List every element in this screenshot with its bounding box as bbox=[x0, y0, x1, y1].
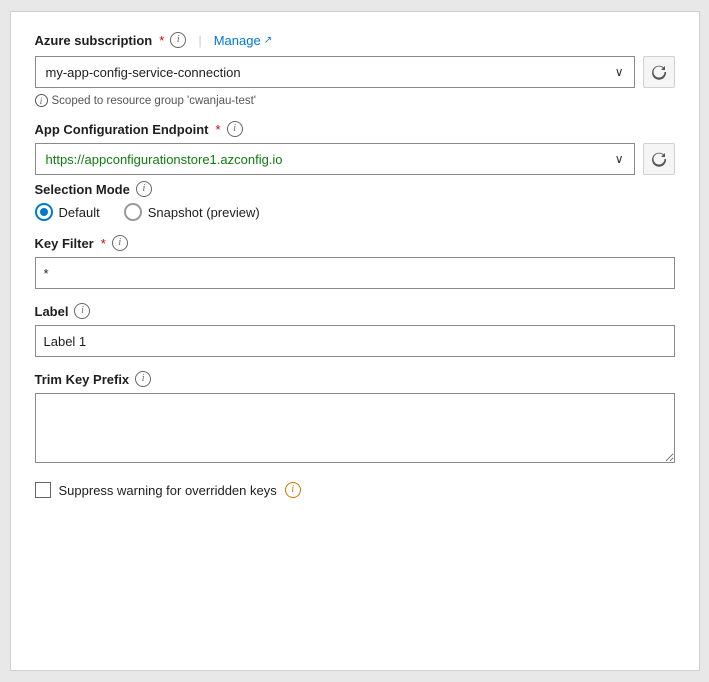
radio-snapshot-outer bbox=[124, 203, 142, 221]
scoped-note-text: Scoped to resource group 'cwanjau-test' bbox=[52, 95, 256, 107]
radio-default[interactable]: Default bbox=[35, 203, 100, 221]
radio-snapshot[interactable]: Snapshot (preview) bbox=[124, 203, 260, 221]
key-filter-field bbox=[35, 257, 675, 289]
suppress-label: Suppress warning for overridden keys bbox=[59, 483, 277, 498]
trim-key-prefix-field bbox=[35, 393, 675, 468]
header-divider: | bbox=[198, 33, 201, 48]
endpoint-label-row: App Configuration Endpoint * i bbox=[35, 121, 675, 137]
manage-link[interactable]: Manage ↗ bbox=[214, 33, 272, 48]
endpoint-dropdown-row: https://appconfigurationstore1.azconfig.… bbox=[35, 143, 675, 175]
endpoint-refresh-icon bbox=[651, 151, 667, 167]
subscription-label: Azure subscription bbox=[35, 33, 153, 48]
subscription-header: Azure subscription * i | Manage ↗ bbox=[35, 32, 675, 48]
subscription-dropdown-value: my-app-config-service-connection bbox=[46, 65, 241, 80]
main-card: Azure subscription * i | Manage ↗ my-app… bbox=[10, 11, 700, 671]
label-field-label-row: Label i bbox=[35, 303, 675, 319]
scoped-info-icon: i bbox=[35, 94, 48, 107]
trim-key-prefix-input[interactable] bbox=[35, 393, 675, 463]
selection-mode-radio-group: Default Snapshot (preview) bbox=[35, 203, 675, 221]
external-link-icon: ↗ bbox=[264, 35, 272, 46]
selection-mode-label: Selection Mode bbox=[35, 182, 130, 197]
trim-key-prefix-info-icon[interactable]: i bbox=[135, 371, 151, 387]
subscription-chevron-icon: ∨ bbox=[615, 65, 624, 79]
trim-key-prefix-label: Trim Key Prefix bbox=[35, 372, 130, 387]
selection-mode-label-row: Selection Mode i bbox=[35, 181, 675, 197]
label-field-info-icon[interactable]: i bbox=[74, 303, 90, 319]
subscription-info-icon[interactable]: i bbox=[170, 32, 186, 48]
refresh-icon bbox=[651, 64, 667, 80]
subscription-dropdown-row: my-app-config-service-connection ∨ bbox=[35, 56, 675, 88]
radio-snapshot-label: Snapshot (preview) bbox=[148, 205, 260, 220]
key-filter-input[interactable] bbox=[35, 257, 675, 289]
endpoint-dropdown[interactable]: https://appconfigurationstore1.azconfig.… bbox=[35, 143, 635, 175]
endpoint-dropdown-value: https://appconfigurationstore1.azconfig.… bbox=[46, 152, 283, 167]
key-filter-info-icon[interactable]: i bbox=[112, 235, 128, 251]
key-filter-required: * bbox=[101, 236, 106, 251]
label-input[interactable] bbox=[35, 325, 675, 357]
label-field-row bbox=[35, 325, 675, 357]
radio-default-inner bbox=[40, 208, 48, 216]
suppress-row: Suppress warning for overridden keys i bbox=[35, 482, 675, 498]
endpoint-label: App Configuration Endpoint bbox=[35, 122, 209, 137]
scoped-note: i Scoped to resource group 'cwanjau-test… bbox=[35, 94, 675, 107]
key-filter-label-row: Key Filter * i bbox=[35, 235, 675, 251]
radio-default-label: Default bbox=[59, 205, 100, 220]
label-field-label: Label bbox=[35, 304, 69, 319]
radio-default-outer bbox=[35, 203, 53, 221]
suppress-checkbox[interactable] bbox=[35, 482, 51, 498]
subscription-refresh-button[interactable] bbox=[643, 56, 675, 88]
endpoint-refresh-button[interactable] bbox=[643, 143, 675, 175]
selection-mode-info-icon[interactable]: i bbox=[136, 181, 152, 197]
endpoint-info-icon[interactable]: i bbox=[227, 121, 243, 137]
endpoint-chevron-icon: ∨ bbox=[615, 152, 624, 166]
subscription-required: * bbox=[159, 33, 164, 48]
key-filter-label: Key Filter bbox=[35, 236, 94, 251]
endpoint-required: * bbox=[216, 122, 221, 137]
subscription-dropdown[interactable]: my-app-config-service-connection ∨ bbox=[35, 56, 635, 88]
suppress-warning-icon[interactable]: i bbox=[285, 482, 301, 498]
manage-label: Manage bbox=[214, 33, 261, 48]
trim-key-prefix-label-row: Trim Key Prefix i bbox=[35, 371, 675, 387]
